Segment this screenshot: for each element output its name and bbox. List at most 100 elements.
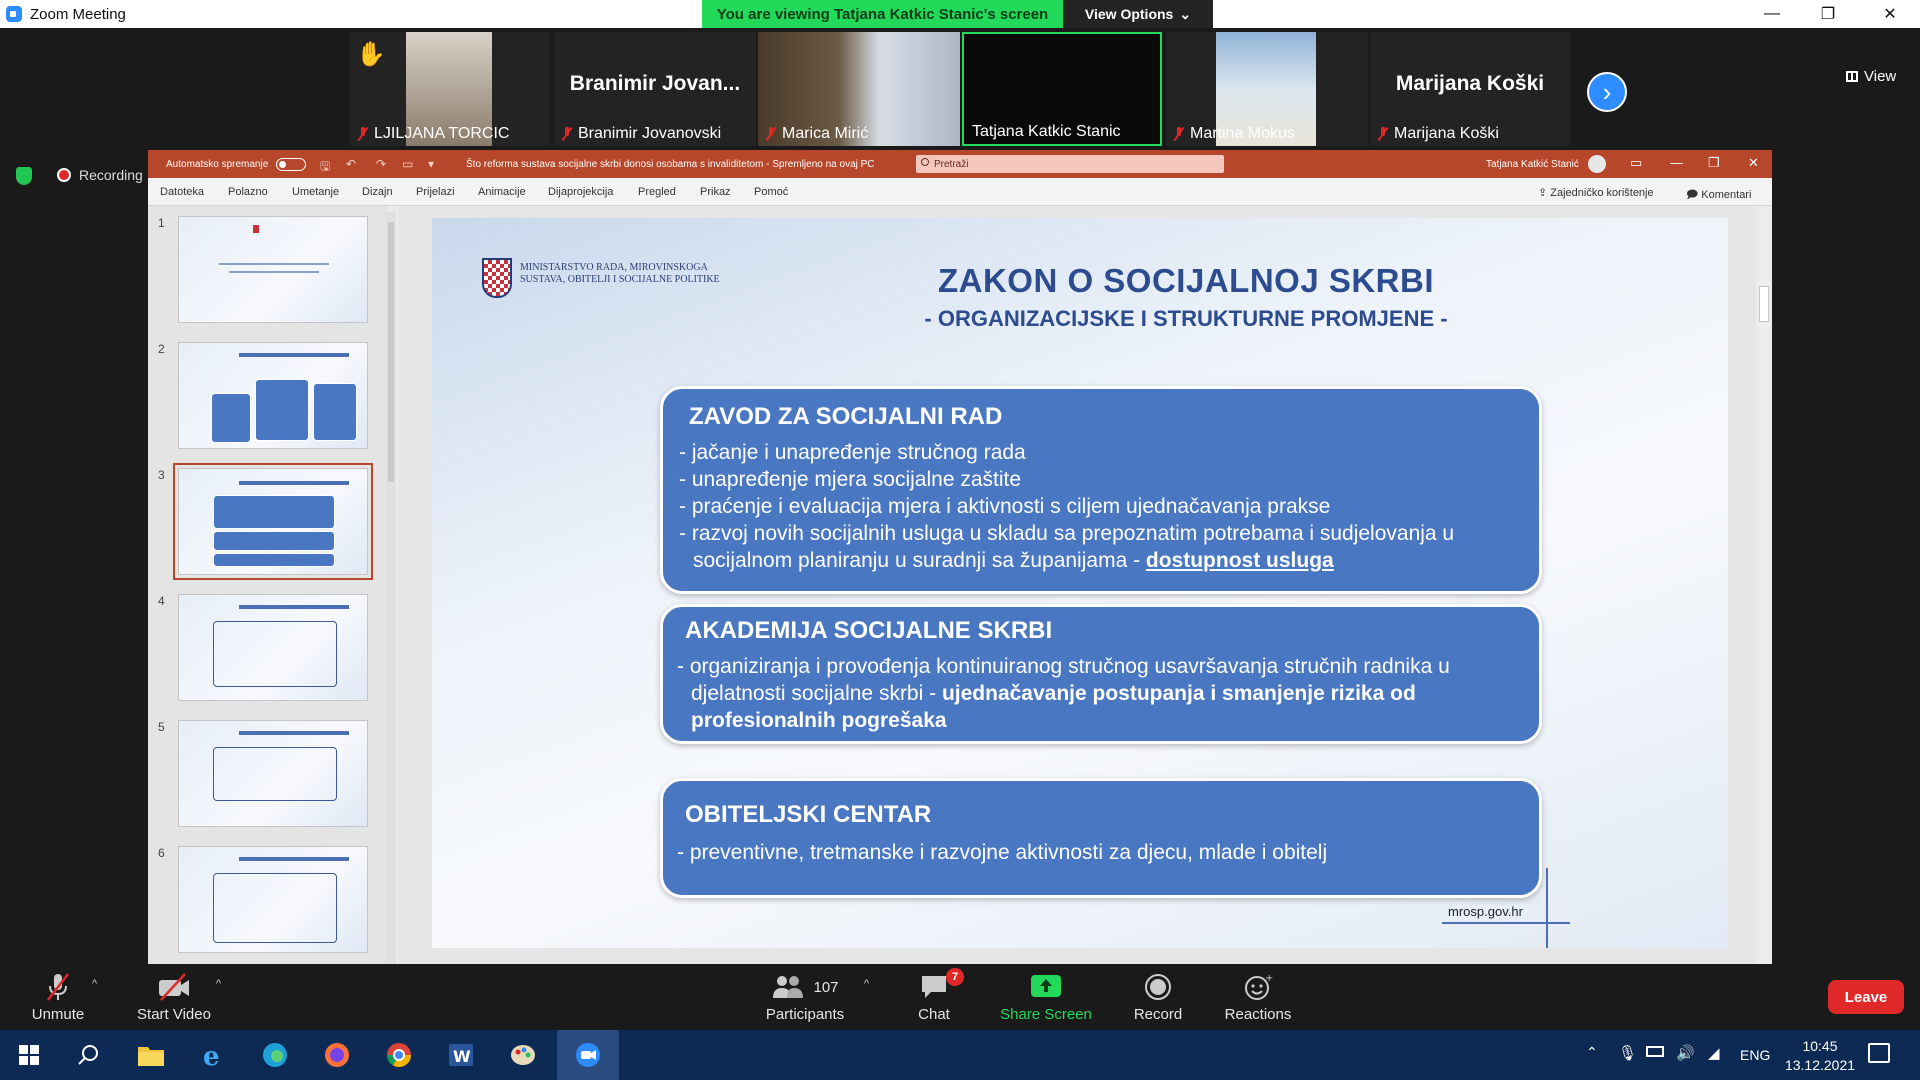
thumbnail-box — [255, 379, 309, 441]
record-icon — [1145, 974, 1171, 1000]
comment-icon: 🗩 — [1686, 189, 1702, 201]
participant-tile[interactable]: ✋ LJILJANA TORCIC — [350, 32, 550, 146]
file-explorer-icon[interactable] — [136, 1040, 166, 1070]
security-shield-icon[interactable] — [16, 167, 32, 185]
windows-start-icon[interactable] — [14, 1040, 44, 1070]
zoom-logo-icon — [6, 6, 22, 22]
battery-icon[interactable] — [1646, 1046, 1664, 1057]
tab-animacije[interactable]: Animacije — [478, 186, 526, 198]
tab-pomoc[interactable]: Pomoć — [754, 186, 788, 198]
thumbnail-scrollbar[interactable] — [386, 212, 396, 964]
slide-thumbnail[interactable] — [178, 216, 368, 323]
tab-umetanje[interactable]: Umetanje — [292, 186, 339, 198]
system-clock[interactable]: 10:45 13.12.2021 — [1780, 1037, 1860, 1075]
tab-dizajn[interactable]: Dizajn — [362, 186, 393, 198]
scrollbar-thumb[interactable] — [1759, 286, 1769, 322]
zoom-taskbar-icon[interactable] — [573, 1040, 603, 1070]
edge-browser-icon[interactable] — [260, 1040, 290, 1070]
participant-tile[interactable]: Branimir Jovan... Branimir Jovanovski — [554, 32, 756, 146]
start-video-button[interactable]: Start Video — [134, 972, 214, 1023]
video-options-caret-icon[interactable]: ^ — [216, 978, 221, 990]
close-button[interactable]: ✕ — [1862, 0, 1918, 28]
volume-icon[interactable]: 🔊 — [1676, 1044, 1695, 1062]
minimize-button[interactable]: — — [1744, 0, 1800, 28]
mic-muted-icon — [26, 972, 90, 1002]
chevron-up-icon[interactable]: ⌃ — [1586, 1044, 1598, 1061]
view-button[interactable]: View — [1846, 68, 1896, 85]
ppt-minimize-icon[interactable]: — — [1670, 155, 1683, 170]
tab-prikaz[interactable]: Prikaz — [700, 186, 731, 198]
thumbnail-title — [239, 857, 349, 861]
leave-meeting-button[interactable]: Leave — [1828, 980, 1904, 1014]
unmute-button[interactable]: Unmute — [26, 972, 90, 1023]
search-icon[interactable] — [74, 1040, 104, 1070]
paint-app-icon[interactable] — [508, 1040, 538, 1070]
slide-subtitle: - ORGANIZACIJSKE I STRUKTURNE PROMJENE - — [924, 306, 1448, 331]
participant-display-name: Marijana Koški — [1395, 72, 1545, 95]
thumbnail-title — [239, 481, 349, 485]
participant-tile[interactable]: Marica Mirić — [758, 32, 960, 146]
microphone-icon[interactable]: 🎙 — [1618, 1044, 1637, 1062]
share-screen-icon — [1031, 975, 1061, 997]
input-language-indicator[interactable]: ENG — [1740, 1047, 1770, 1063]
redo-icon[interactable]: ↷ — [376, 157, 386, 171]
tab-dijaprojekcija[interactable]: Dijaprojekcija — [548, 186, 613, 198]
participants-options-caret-icon[interactable]: ^ — [864, 978, 869, 990]
viewing-banner: You are viewing Tatjana Katkic Stanic's … — [702, 0, 1063, 28]
internet-explorer-icon[interactable]: e — [198, 1040, 228, 1070]
thumbnail-number: 2 — [158, 342, 165, 356]
reactions-icon: + — [1245, 973, 1273, 1000]
scrollbar-thumb[interactable] — [388, 222, 394, 482]
autosave-toggle[interactable] — [276, 158, 306, 171]
tab-datoteka[interactable]: Datoteka — [160, 186, 204, 198]
comments-button[interactable]: 🗩 Komentari — [1686, 186, 1751, 205]
word-icon[interactable]: W — [446, 1040, 476, 1070]
present-icon[interactable]: ▭ — [402, 157, 413, 171]
share-button[interactable]: ⇪ Zajedničko korištenje — [1538, 186, 1654, 199]
tab-prijelazi[interactable]: Prijelazi — [416, 186, 455, 198]
slide-thumbnail-selected[interactable] — [173, 463, 373, 580]
slide-url: mrosp.gov.hr — [1448, 904, 1523, 919]
save-icon[interactable]: 🖫 — [320, 157, 330, 178]
slide-thumbnail[interactable] — [178, 594, 368, 701]
minimize-icon: — — [1764, 5, 1780, 22]
recording-indicator[interactable]: Recording — [57, 167, 143, 183]
slide-thumbnail[interactable] — [178, 846, 368, 953]
audio-options-caret-icon[interactable]: ^ — [92, 978, 97, 990]
network-icon[interactable]: ◢ — [1708, 1044, 1720, 1062]
tab-pregled[interactable]: Pregled — [638, 186, 676, 198]
reactions-button[interactable]: + Reactions — [1218, 972, 1298, 1023]
user-avatar-icon[interactable] — [1588, 155, 1606, 173]
autosave-label: Automatsko spremanje — [166, 159, 269, 170]
ppt-restore-icon[interactable]: ❐ — [1708, 155, 1720, 171]
start-video-label: Start Video — [137, 1006, 211, 1023]
current-slide[interactable]: MINISTARSTVO RADA, MIROVINSKOGA SUSTAVA,… — [432, 218, 1728, 948]
slide-scrollbar[interactable] — [1756, 206, 1772, 964]
customize-toolbar-icon[interactable]: ▾ — [428, 157, 434, 171]
participant-tile-active-speaker[interactable]: Tatjana Katkic Stanic — [962, 32, 1162, 146]
share-screen-button[interactable]: Share Screen — [998, 972, 1094, 1023]
mic-muted-icon — [1174, 127, 1184, 141]
chrome-icon[interactable] — [384, 1040, 414, 1070]
box-item: socijalnom planiranju u suradnji sa župa… — [693, 549, 1334, 572]
chat-button[interactable]: 7 Chat — [914, 968, 964, 1023]
restore-button[interactable]: ❐ — [1800, 0, 1856, 28]
record-button[interactable]: Record — [1128, 972, 1188, 1023]
view-options-button[interactable]: View Options ⌄ — [1063, 0, 1213, 28]
ppt-close-icon[interactable]: ✕ — [1748, 155, 1759, 171]
tab-polazno[interactable]: Polazno — [228, 186, 268, 198]
notifications-icon[interactable] — [1868, 1043, 1890, 1063]
firefox-icon[interactable] — [322, 1040, 352, 1070]
slide-thumbnail[interactable] — [178, 720, 368, 827]
participant-tile[interactable]: Marijana Koški Marijana Koški — [1370, 32, 1570, 146]
participants-button[interactable]: 107 Participants — [760, 972, 850, 1023]
slide-thumbnail[interactable] — [178, 342, 368, 449]
box-item: - jačanje i unapređenje stručnog rada — [679, 441, 1026, 464]
next-page-button[interactable]: › — [1587, 72, 1627, 112]
undo-icon[interactable]: ↶ — [346, 157, 356, 171]
decorative-line — [1546, 868, 1548, 948]
participant-tile[interactable]: Martina Mokus — [1166, 32, 1368, 146]
ppt-search-box[interactable]: Pretraži — [916, 155, 1224, 173]
thumbnail-box — [213, 495, 335, 529]
ribbon-display-icon[interactable]: ▭ — [1630, 155, 1642, 171]
